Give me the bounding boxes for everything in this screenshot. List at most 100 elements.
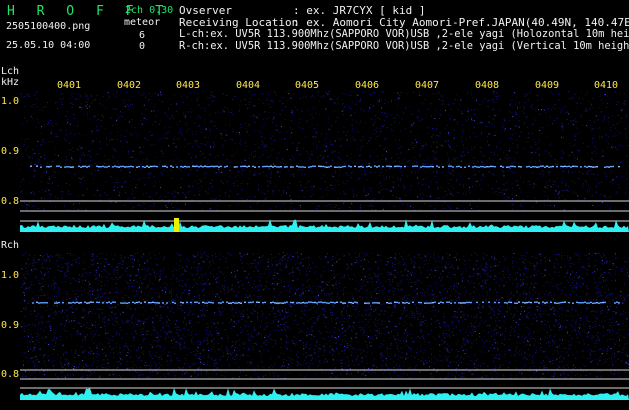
- noise-dot: [166, 334, 168, 336]
- noise-dot: [88, 150, 90, 152]
- noise-dot: [153, 292, 155, 293]
- noise-dot: [261, 315, 263, 317]
- noise-dot: [221, 168, 222, 170]
- noise-dot: [371, 208, 373, 210]
- noise-dot: [565, 185, 567, 187]
- noise-dot: [493, 151, 495, 153]
- noise-dot: [409, 105, 411, 107]
- noise-dot: [282, 190, 284, 192]
- noise-dot: [238, 110, 240, 112]
- noise-dot: [270, 208, 271, 210]
- noise-dot: [312, 107, 314, 109]
- noise-dot: [527, 94, 528, 96]
- noise-dot: [81, 294, 83, 296]
- signal-segment: [400, 165, 402, 168]
- noise-dot: [122, 261, 124, 263]
- noise-dot: [497, 308, 499, 310]
- noise-dot: [471, 117, 472, 119]
- noise-dot: [149, 205, 151, 207]
- noise-dot: [464, 377, 466, 378]
- noise-dot: [285, 326, 287, 328]
- noise-dot: [203, 280, 204, 282]
- noise-dot: [234, 153, 236, 155]
- noise-dot: [461, 136, 462, 138]
- noise-dot: [362, 145, 364, 147]
- noise-dot: [537, 202, 539, 204]
- noise-dot: [92, 290, 94, 291]
- noise-dot: [323, 270, 325, 272]
- noise-dot: [36, 339, 38, 341]
- noise-dot: [571, 330, 573, 332]
- noise-dot: [89, 311, 91, 313]
- noise-dot: [166, 207, 168, 209]
- noise-dot: [232, 284, 234, 286]
- noise-dot: [532, 187, 534, 189]
- noise-dot: [364, 174, 366, 176]
- noise-dot: [571, 309, 573, 311]
- noise-dot: [65, 320, 67, 322]
- noise-dot: [562, 129, 564, 131]
- noise-dot: [312, 193, 314, 195]
- noise-dot: [272, 100, 274, 102]
- noise-dot: [122, 111, 124, 113]
- noise-dot: [48, 345, 50, 347]
- noise-dot: [143, 314, 145, 316]
- noise-dot: [449, 345, 451, 347]
- signal-segment: [596, 166, 598, 168]
- noise-dot: [245, 278, 247, 280]
- noise-dot: [529, 184, 531, 186]
- noise-dot: [392, 265, 394, 267]
- noise-dot: [153, 205, 155, 207]
- noise-dot: [43, 292, 45, 294]
- noise-dot: [289, 136, 291, 138]
- noise-dot: [34, 164, 36, 165]
- noise-dot: [143, 325, 145, 327]
- noise-dot: [255, 150, 257, 152]
- noise-dot: [448, 329, 450, 331]
- noise-dot: [167, 201, 169, 203]
- noise-dot: [289, 372, 291, 374]
- noise-dot: [54, 286, 56, 288]
- noise-dot: [377, 135, 379, 137]
- noise-dot: [391, 191, 393, 193]
- noise-dot: [190, 116, 192, 118]
- noise-dot: [197, 187, 199, 189]
- noise-dot: [270, 173, 272, 175]
- noise-dot: [216, 331, 218, 333]
- noise-dot: [270, 283, 272, 285]
- noise-dot: [452, 194, 454, 196]
- noise-dot: [260, 276, 262, 278]
- noise-dot: [114, 325, 116, 326]
- signal-segment: [102, 165, 104, 168]
- noise-dot: [474, 174, 476, 176]
- noise-dot: [282, 204, 284, 205]
- signal-segment: [530, 166, 532, 168]
- noise-dot: [379, 313, 381, 315]
- noise-dot: [584, 110, 586, 112]
- noise-dot: [626, 154, 627, 156]
- noise-dot: [313, 128, 315, 130]
- noise-dot: [218, 310, 220, 312]
- noise-dot: [25, 93, 27, 95]
- noise-dot: [159, 358, 161, 360]
- noise-dot: [215, 198, 217, 199]
- noise-dot: [597, 362, 599, 364]
- noise-dot: [86, 334, 88, 336]
- noise-dot: [361, 327, 363, 329]
- noise-dot: [143, 193, 144, 195]
- noise-dot: [334, 184, 336, 186]
- noise-dot: [79, 177, 81, 179]
- noise-dot: [187, 314, 189, 316]
- noise-dot: [26, 346, 28, 348]
- noise-dot: [41, 176, 43, 178]
- noise-dot: [528, 132, 530, 134]
- noise-dot: [129, 157, 131, 158]
- noise-dot: [383, 339, 385, 341]
- noise-dot: [258, 156, 260, 158]
- noise-dot: [332, 354, 334, 356]
- noise-dot: [550, 300, 552, 302]
- noise-dot: [287, 99, 289, 101]
- noise-dot: [430, 270, 432, 271]
- noise-dot: [333, 102, 335, 103]
- noise-dot: [493, 279, 495, 280]
